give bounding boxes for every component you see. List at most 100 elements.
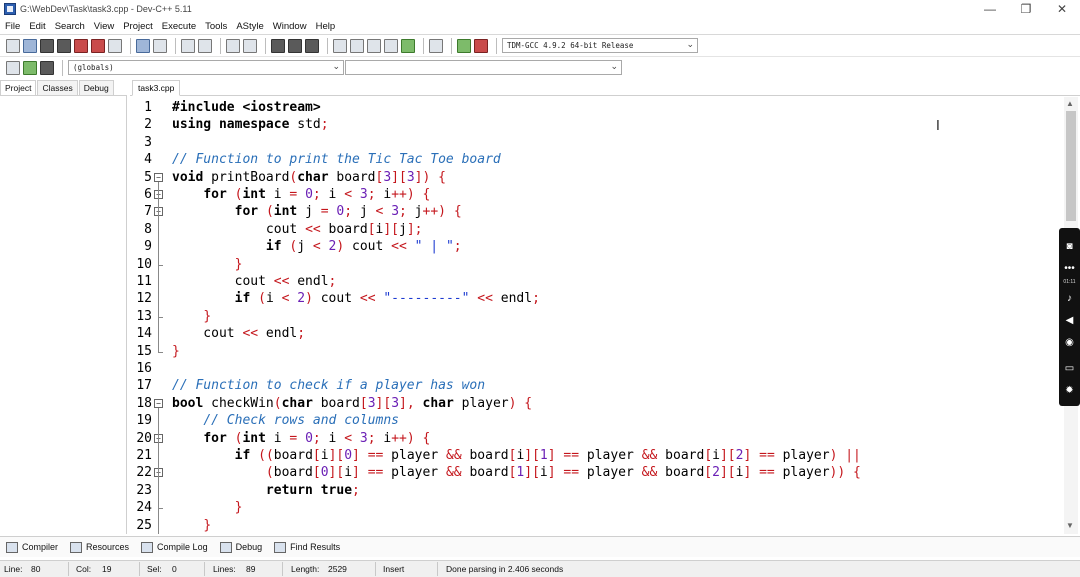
- menu-edit[interactable]: Edit: [29, 21, 45, 32]
- code-line[interactable]: 18− bool checkWin(char board[3][3], char …: [130, 395, 1064, 412]
- status-divider: [139, 562, 140, 576]
- run-icon[interactable]: [350, 38, 364, 53]
- debug-icon[interactable]: [474, 38, 488, 53]
- toolbar-separator: [496, 37, 497, 54]
- code-line[interactable]: 21 if ((board[i][0] == player && board[i…: [130, 447, 1064, 464]
- tab-compiler[interactable]: Compiler: [6, 541, 58, 553]
- indent-icon[interactable]: [226, 38, 240, 53]
- insert-icon[interactable]: [6, 60, 20, 75]
- save-icon[interactable]: [40, 38, 54, 53]
- more-icon[interactable]: •••: [1062, 262, 1077, 275]
- menu-window[interactable]: Window: [273, 21, 307, 32]
- code-line[interactable]: 4 // Function to print the Tic Tac Toe bo…: [130, 151, 1064, 168]
- tab-find-results[interactable]: Find Results: [274, 541, 340, 553]
- menu-view[interactable]: View: [94, 21, 114, 32]
- line-number: 1: [144, 100, 152, 115]
- editor-file-tab[interactable]: task3.cpp: [132, 80, 181, 96]
- replace-icon[interactable]: [198, 38, 212, 53]
- maximize-button[interactable]: ❐: [1008, 0, 1044, 18]
- tab-resources[interactable]: Resources: [70, 541, 129, 553]
- bookmark-toggle-icon[interactable]: [40, 60, 54, 75]
- code-line[interactable]: 20− for (int i = 0; i < 3; i++) {: [130, 430, 1064, 447]
- minimize-button[interactable]: —: [972, 0, 1008, 18]
- menu-help[interactable]: Help: [316, 21, 336, 32]
- line-number: 24: [136, 500, 152, 516]
- code-text: cout << endl;: [172, 274, 337, 289]
- menu-project[interactable]: Project: [123, 21, 153, 32]
- code-line[interactable]: 8 cout << board[i][j];: [130, 221, 1064, 238]
- compiler-select[interactable]: TDM-GCC 4.9.2 64-bit Release ⌄: [502, 38, 698, 53]
- fold-toggle-icon[interactable]: −: [154, 398, 163, 408]
- code-line[interactable]: 7− for (int j = 0; j < 3; j++) {: [130, 203, 1064, 220]
- forward-icon[interactable]: [288, 38, 302, 53]
- scope-select[interactable]: (globals) ⌄: [68, 60, 344, 75]
- rebuild-icon[interactable]: [384, 38, 398, 53]
- screen-recorder-toolbar: ◙ ••• 01:11 ♪ ◀ ◉ ▭ ✹: [1059, 228, 1080, 406]
- settings-gear-icon[interactable]: ✹: [1062, 384, 1077, 397]
- check-syntax-icon[interactable]: [401, 38, 415, 53]
- tab-project[interactable]: Project: [0, 80, 37, 95]
- code-line[interactable]: 2 using namespace std;: [130, 116, 1064, 133]
- stop-icon[interactable]: [429, 38, 443, 53]
- open-file-icon[interactable]: [23, 38, 37, 53]
- toolbar-separator: [220, 37, 221, 54]
- code-line[interactable]: 12 if (i < 2) cout << "---------" << end…: [130, 290, 1064, 307]
- menu-execute[interactable]: Execute: [162, 21, 196, 32]
- code-line[interactable]: 17 // Function to check if a player has w…: [130, 377, 1064, 394]
- print-icon[interactable]: [108, 38, 122, 53]
- new-file-icon[interactable]: [6, 38, 20, 53]
- menu-search[interactable]: Search: [55, 21, 85, 32]
- save-all-icon[interactable]: [57, 38, 71, 53]
- code-editor[interactable]: I 1 #include <iostream> 2 using namespace s…: [130, 97, 1064, 534]
- menu-astyle[interactable]: AStyle: [236, 21, 263, 32]
- symbol-select[interactable]: ⌄: [345, 60, 622, 75]
- code-line[interactable]: 14 cout << endl;: [130, 325, 1064, 342]
- redo-icon[interactable]: [153, 38, 167, 53]
- code-line[interactable]: 22− (board[0][i] == player && board[1][i…: [130, 464, 1064, 481]
- code-line[interactable]: 11 cout << endl;: [130, 273, 1064, 290]
- code-line[interactable]: 16: [130, 360, 1064, 377]
- tab-debug[interactable]: Debug: [78, 80, 114, 95]
- tab-compile-log[interactable]: Compile Log: [141, 541, 208, 553]
- line-number: 6: [144, 187, 152, 202]
- undo-icon[interactable]: [136, 38, 150, 53]
- bookmark-icon[interactable]: [305, 38, 319, 53]
- scroll-down-icon[interactable]: ▼: [1066, 521, 1074, 530]
- close-button[interactable]: ✕: [1044, 0, 1080, 18]
- close-all-icon[interactable]: [91, 38, 105, 53]
- tab-classes[interactable]: Classes: [37, 80, 78, 95]
- project-browser-panel[interactable]: [0, 96, 127, 534]
- camera-icon[interactable]: ◙: [1062, 240, 1077, 253]
- unindent-icon[interactable]: [243, 38, 257, 53]
- line-number: 12: [136, 291, 152, 307]
- code-line[interactable]: 24 }: [130, 499, 1064, 516]
- close-file-icon[interactable]: [74, 38, 88, 53]
- profile-icon[interactable]: [457, 38, 471, 53]
- compile-icon[interactable]: [333, 38, 347, 53]
- code-line[interactable]: 3: [130, 134, 1064, 151]
- menu-file[interactable]: File: [5, 21, 20, 32]
- scroll-up-icon[interactable]: ▲: [1066, 99, 1074, 108]
- code-line[interactable]: 6− for (int i = 0; i < 3; i++) {: [130, 186, 1064, 203]
- scrollbar-thumb[interactable]: [1066, 111, 1076, 221]
- goto-icon[interactable]: [23, 60, 37, 75]
- fold-toggle-icon[interactable]: −: [154, 172, 163, 182]
- code-line[interactable]: 23 return true;: [130, 482, 1064, 499]
- code-line[interactable]: 15}: [130, 343, 1064, 360]
- back-icon[interactable]: [271, 38, 285, 53]
- menu-tools[interactable]: Tools: [205, 21, 227, 32]
- microphone-icon[interactable]: ♪: [1062, 292, 1077, 305]
- code-line[interactable]: 5− void printBoard(char board[3][3]) {: [130, 169, 1064, 186]
- code-line[interactable]: 10 }: [130, 256, 1064, 273]
- code-line[interactable]: 1 #include <iostream>: [130, 99, 1064, 116]
- speaker-icon[interactable]: ◀: [1062, 314, 1077, 327]
- code-line[interactable]: 9 if (j < 2) cout << " | ";: [130, 238, 1064, 255]
- find-icon[interactable]: [181, 38, 195, 53]
- code-line[interactable]: 19 // Check rows and columns: [130, 412, 1064, 429]
- webcam-icon[interactable]: ◉: [1062, 336, 1077, 349]
- compile-run-icon[interactable]: [367, 38, 381, 53]
- window-icon[interactable]: ▭: [1062, 362, 1077, 375]
- code-line[interactable]: 25 }: [130, 517, 1064, 534]
- tab-debug-output[interactable]: Debug: [219, 541, 262, 553]
- code-line[interactable]: 13 }: [130, 308, 1064, 325]
